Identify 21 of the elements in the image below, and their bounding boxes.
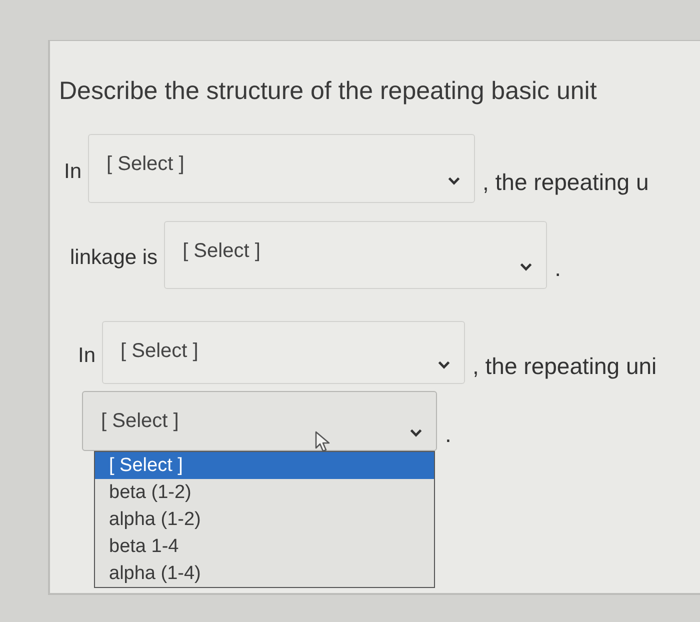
sentence-text: , the repeating uni bbox=[472, 352, 657, 380]
dropdown-select[interactable]: [ Select ] bbox=[88, 134, 475, 203]
dropdown-option[interactable]: alpha (1-4) bbox=[95, 560, 434, 587]
sentence-text: , the repeating u bbox=[482, 168, 649, 196]
chevron-down-icon bbox=[448, 176, 460, 184]
sentence-text: linkage is bbox=[70, 245, 158, 271]
question-text: Describe the structure of the repeating basic unit bbox=[59, 76, 597, 107]
dropdown-select[interactable]: [ Select ] bbox=[164, 221, 547, 289]
sentence-text: . bbox=[445, 420, 452, 448]
sentence-text: In bbox=[64, 158, 82, 184]
chevron-down-icon bbox=[410, 429, 422, 437]
sentence-text: . bbox=[554, 254, 561, 282]
dropdown-select[interactable]: [ Select ] bbox=[102, 321, 465, 384]
sentence-text: In bbox=[78, 342, 96, 368]
chevron-down-icon bbox=[438, 360, 450, 368]
dropdown-select[interactable]: [ Select ] bbox=[82, 391, 437, 451]
dropdown-option[interactable]: beta 1-4 bbox=[95, 533, 434, 560]
dropdown-option[interactable]: alpha (1-2) bbox=[95, 506, 434, 533]
dropdown-option[interactable]: beta (1-2) bbox=[95, 479, 434, 506]
chevron-down-icon bbox=[520, 263, 532, 271]
dropdown-option[interactable]: [ Select ] bbox=[95, 452, 434, 479]
